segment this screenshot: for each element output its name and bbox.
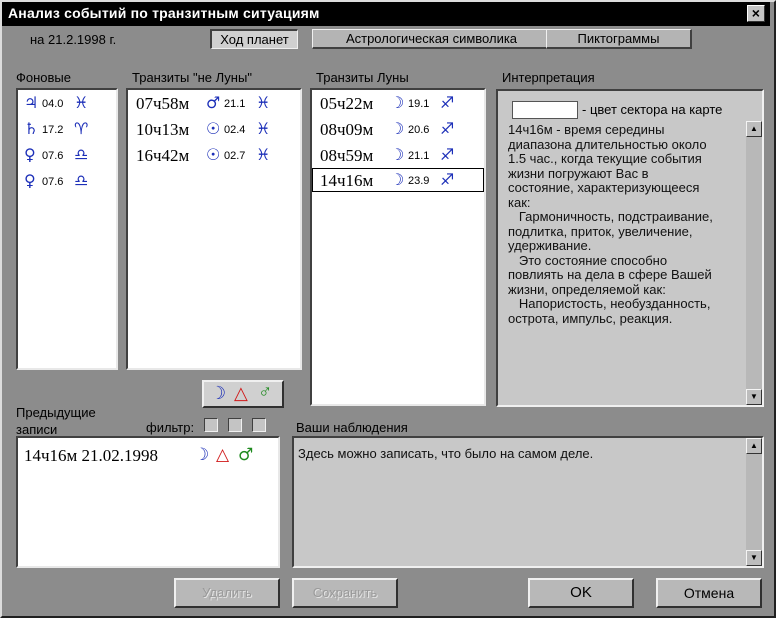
notes-textarea[interactable]: Здесь можно записать, что было на самом … — [292, 436, 764, 568]
notes-label: Ваши наблюдения — [296, 420, 408, 435]
transit-time: 08ч59м — [320, 146, 374, 165]
moon-list[interactable]: 05ч22м ☽ 19.1 ♐ 08ч09м ☽ 20.6 ♐ 08ч59м ☽… — [310, 88, 486, 406]
pisces-icon: ♓ — [256, 145, 271, 164]
transit-time: 07ч58м — [136, 94, 190, 113]
delete-button[interactable]: Удалить — [174, 578, 280, 608]
close-button[interactable]: × — [747, 5, 765, 22]
mars-icon: ♂ — [206, 93, 221, 112]
degree-value: 07.6 — [42, 150, 64, 162]
list-item-selected[interactable]: 14ч16м ☽ 23.9 ♐ — [312, 168, 484, 192]
tab-planets[interactable]: Ход планет — [210, 29, 298, 49]
ok-button[interactable]: OK — [528, 578, 634, 608]
scroll-up-icon[interactable]: ▲ — [746, 121, 762, 137]
tab-pictograms[interactable]: Пиктограммы — [546, 29, 692, 49]
interpretation-panel: - цвет сектора на карте 14ч16м - время с… — [496, 89, 764, 407]
triangle-icon[interactable]: △ — [234, 383, 248, 404]
aries-icon: ♈ — [74, 119, 89, 138]
record-text: 14ч16м 21.02.1998 — [24, 446, 159, 465]
moon-icon[interactable]: ☽ — [210, 383, 226, 404]
moon-icon: ☽ — [390, 119, 405, 138]
background-header: Фоновые — [16, 70, 72, 85]
degree-value: 04.0 — [42, 98, 64, 110]
mars-icon[interactable]: ♂ — [258, 382, 272, 404]
interpretation-scrollbar[interactable]: ▲ ▼ — [746, 121, 762, 405]
libra-icon: ♎ — [74, 171, 89, 190]
transit-time: 10ч13м — [136, 120, 190, 139]
interpretation-header: Интерпретация — [502, 70, 595, 85]
degree-value: 02.4 — [224, 124, 246, 136]
filter-checkbox-moon[interactable] — [204, 418, 218, 432]
notes-text: Здесь можно записать, что было на самом … — [298, 446, 594, 461]
pisces-icon: ♓ — [74, 93, 89, 112]
degree-value: 23.9 — [408, 175, 430, 187]
save-button[interactable]: Сохранить — [292, 578, 398, 608]
transit-time: 14ч16м — [320, 171, 374, 190]
cancel-button[interactable]: Отмена — [656, 578, 762, 608]
transit-time: 16ч42м — [136, 146, 190, 165]
degree-value: 21.1 — [408, 150, 430, 162]
filter-label: фильтр: — [146, 420, 195, 435]
sagittarius-icon: ♐ — [440, 170, 455, 189]
previous-records-list[interactable]: 14ч16м 21.02.1998 ☽ △ ♂ — [16, 436, 280, 568]
sun-icon: ☉ — [206, 119, 221, 138]
pisces-icon: ♓ — [256, 119, 271, 138]
list-item[interactable]: 05ч22м ☽ 19.1 ♐ — [312, 92, 484, 116]
jupiter-icon: ♃ — [24, 93, 39, 112]
degree-value: 21.1 — [224, 98, 246, 110]
transit-time: 08ч09м — [320, 120, 374, 139]
interpretation-text: 14ч16м - время середины диапазона длител… — [508, 122, 713, 326]
date-label: на 21.2.1998 г. — [30, 32, 117, 47]
list-item[interactable]: 07ч58м ♂ 21.1 ♓ — [128, 92, 300, 116]
list-item[interactable]: 14ч16м 21.02.1998 ☽ △ ♂ — [18, 444, 278, 468]
moon-header: Транзиты Луны — [316, 70, 409, 85]
sagittarius-icon: ♐ — [440, 145, 455, 164]
degree-value: 07.6 — [42, 176, 64, 188]
list-item[interactable]: 08ч59м ☽ 21.1 ♐ — [312, 144, 484, 168]
filter-icon-panel[interactable]: ☽ △ ♂ — [202, 380, 284, 408]
filter-checkbox-triangle[interactable] — [228, 418, 242, 432]
filter-checkbox-mars[interactable] — [252, 418, 266, 432]
degree-value: 17.2 — [42, 124, 64, 136]
scroll-down-icon[interactable]: ▼ — [746, 550, 762, 566]
libra-icon: ♎ — [74, 145, 89, 164]
non-moon-list[interactable]: 07ч58м ♂ 21.1 ♓ 10ч13м ☉ 02.4 ♓ 16ч42м ☉… — [126, 88, 302, 370]
non-moon-header: Транзиты "не Луны" — [132, 70, 252, 85]
background-list[interactable]: ♃ 04.0 ♓ ♄ 17.2 ♈ ♀ 07.6 ♎ ♀ 07.6 ♎ — [16, 88, 118, 370]
title-bar: Анализ событий по транзитным ситуациям × — [2, 2, 770, 26]
list-item[interactable]: 10ч13м ☉ 02.4 ♓ — [128, 118, 300, 142]
moon-icon: ☽ — [194, 445, 210, 465]
pisces-icon: ♓ — [256, 93, 271, 112]
mars-icon: ♂ — [238, 445, 254, 465]
previous-records-label: Предыдущие записи — [16, 405, 96, 437]
list-item[interactable]: 08ч09м ☽ 20.6 ♐ — [312, 118, 484, 142]
sector-color-swatch — [512, 101, 578, 119]
saturn-icon: ♄ — [24, 119, 39, 138]
list-item[interactable]: 16ч42м ☉ 02.7 ♓ — [128, 144, 300, 168]
transit-time: 05ч22м — [320, 94, 374, 113]
degree-value: 20.6 — [408, 124, 430, 136]
window-title: Анализ событий по транзитным ситуациям — [8, 5, 320, 21]
venus-icon: ♀ — [24, 145, 36, 164]
degree-value: 02.7 — [224, 150, 246, 162]
notes-scrollbar[interactable]: ▲ ▼ — [746, 438, 762, 566]
tab-symbolism[interactable]: Астрологическая символика — [312, 29, 552, 49]
sagittarius-icon: ♐ — [440, 93, 455, 112]
scroll-up-icon[interactable]: ▲ — [746, 438, 762, 454]
moon-icon: ☽ — [390, 93, 405, 112]
sagittarius-icon: ♐ — [440, 119, 455, 138]
sun-icon: ☉ — [206, 145, 221, 164]
scroll-down-icon[interactable]: ▼ — [746, 389, 762, 405]
moon-icon: ☽ — [390, 170, 405, 189]
degree-value: 19.1 — [408, 98, 430, 110]
venus-icon: ♀ — [24, 171, 36, 190]
sector-color-label: - цвет сектора на карте — [582, 102, 723, 117]
moon-icon: ☽ — [390, 145, 405, 164]
triangle-icon: △ — [216, 445, 230, 465]
